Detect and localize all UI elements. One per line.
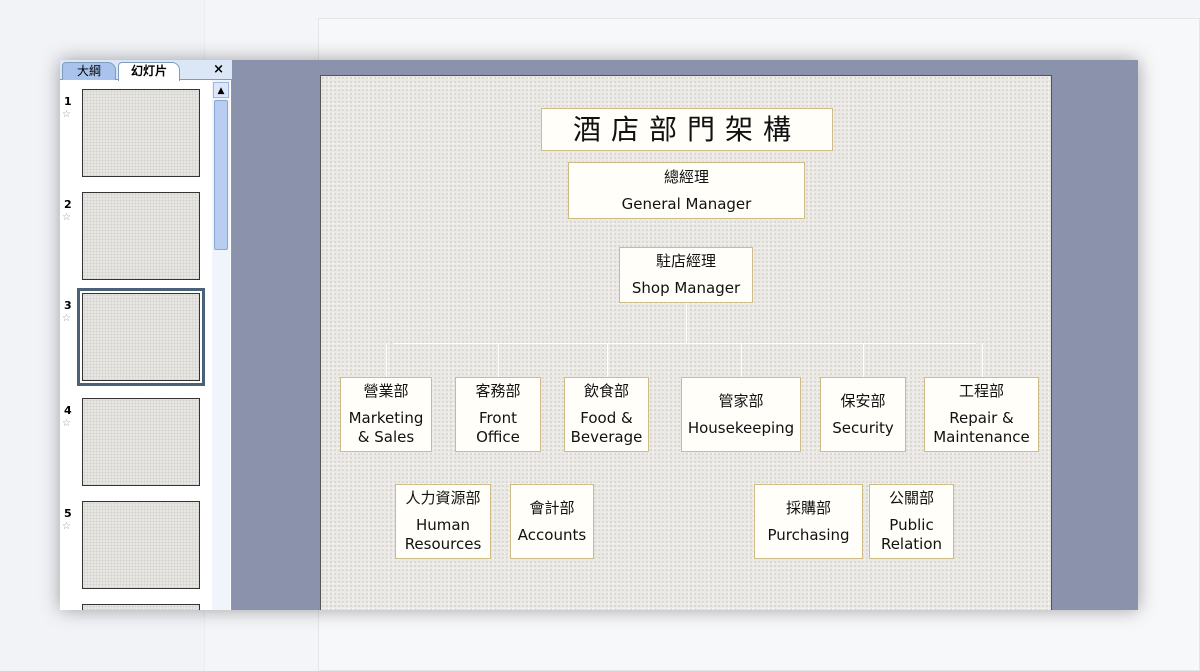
star-icon: ☆ (62, 212, 71, 223)
box-en: Purchasing (767, 525, 850, 544)
slide-title: 酒店部門架構 (541, 108, 833, 151)
connector-line (386, 343, 387, 377)
slide-number: 4 (64, 404, 72, 417)
connector-line (863, 343, 864, 377)
box-en: Shop Manager (631, 279, 741, 297)
box-zh: 營業部 (363, 382, 409, 400)
org-box-department: 公關部 Public Relation (869, 484, 954, 559)
box-en: General Manager (621, 194, 752, 213)
box-zh: 管家部 (718, 391, 764, 410)
org-box-general-manager: 總經理 General Manager (568, 162, 805, 219)
box-en: Housekeeping (687, 418, 795, 437)
connector-line (606, 343, 608, 377)
box-en: Human Resources (404, 516, 482, 553)
box-zh: 人力資源部 (405, 489, 481, 507)
scroll-up-icon[interactable]: ▲ (213, 82, 229, 98)
connector-line (498, 343, 499, 377)
box-en: Repair & Maintenance (933, 409, 1030, 446)
connector-line (741, 343, 742, 377)
slide-number: 5 (64, 507, 72, 520)
box-zh: 採購部 (785, 498, 831, 517)
slides-panel: 大綱 幻灯片 × ▲ 1 ☆ 2 ☆ 3 ☆ 4 ☆ 5 ☆ (60, 60, 232, 610)
org-box-department: 人力資源部 Human Resources (395, 484, 491, 559)
slide-thumbnail[interactable] (82, 192, 200, 280)
box-zh: 客務部 (475, 382, 521, 400)
org-box-department: 客務部 Front Office (455, 377, 541, 452)
box-zh: 飲食部 (583, 382, 629, 400)
org-box-department: 工程部 Repair & Maintenance (924, 377, 1039, 452)
org-box-department: 管家部 Housekeeping (681, 377, 801, 452)
box-zh: 駐店經理 (655, 252, 716, 270)
slide-thumbnail[interactable] (82, 604, 200, 610)
org-box-department: 採購部 Purchasing (754, 484, 863, 559)
scrollbar[interactable]: ▲ (212, 80, 230, 610)
connector-line (394, 343, 976, 344)
box-zh: 公關部 (888, 489, 934, 507)
slide-canvas[interactable]: 酒店部門架構 總經理 General Manager 駐店經理 Shop Man… (320, 75, 1052, 610)
box-zh: 會計部 (529, 498, 575, 517)
slide-number: 1 (64, 95, 72, 108)
slide-thumbnail[interactable] (82, 398, 200, 486)
box-en: Front Office (476, 409, 520, 446)
box-zh: 工程部 (958, 382, 1004, 400)
org-box-shop-manager: 駐店經理 Shop Manager (619, 247, 753, 303)
tab-outline[interactable]: 大綱 (62, 62, 116, 80)
star-icon: ☆ (62, 418, 71, 429)
box-en: Accounts (517, 525, 587, 544)
box-en: Marketing & Sales (348, 409, 424, 446)
box-zh: 總經理 (663, 167, 709, 186)
scrollbar-thumb[interactable] (214, 100, 228, 250)
org-box-department: 飲食部 Food & Beverage (564, 377, 649, 452)
close-icon[interactable]: × (213, 62, 224, 77)
org-box-department: 會計部 Accounts (510, 484, 594, 559)
slide-number: 2 (64, 198, 72, 211)
star-icon: ☆ (62, 313, 71, 324)
connector-line (686, 303, 687, 343)
panel-tabs: 大綱 幻灯片 × (60, 60, 232, 81)
star-icon: ☆ (62, 521, 71, 532)
org-box-department: 營業部 Marketing & Sales (340, 377, 432, 452)
star-icon: ☆ (62, 109, 71, 120)
slide-thumbnail[interactable] (77, 288, 205, 386)
powerpoint-window: 大綱 幻灯片 × ▲ 1 ☆ 2 ☆ 3 ☆ 4 ☆ 5 ☆ 酒店部門架構 總經… (60, 60, 1138, 610)
box-en: Food & Beverage (570, 409, 643, 446)
tab-slides[interactable]: 幻灯片 (118, 62, 180, 81)
box-en: Public Relation (880, 516, 943, 553)
org-box-department: 保安部 Security (820, 377, 906, 452)
slide-thumbnail[interactable] (82, 89, 200, 177)
box-en: Security (832, 418, 894, 437)
connector-line (981, 343, 983, 377)
slide-number: 3 (64, 299, 72, 312)
box-zh: 保安部 (840, 391, 886, 410)
slide-thumbnail[interactable] (82, 501, 200, 589)
